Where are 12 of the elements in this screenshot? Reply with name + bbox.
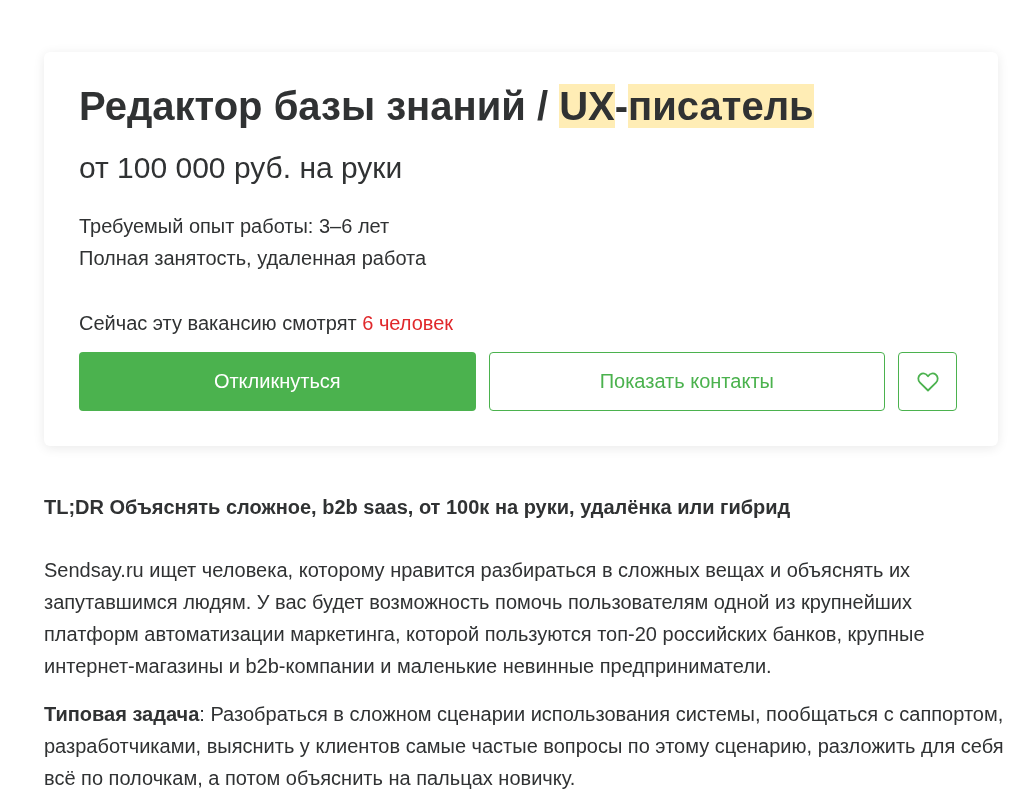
show-contacts-button[interactable]: Показать контакты <box>488 352 886 411</box>
heart-icon <box>916 371 939 392</box>
vacancy-title: Редактор базы знаний / UX-писатель <box>79 83 815 129</box>
detail-text: Полная занятость, удаленная работа <box>79 246 428 271</box>
summary-text: TL;DR Объяснять сложное, b2b saas, от 100к на руки, удалёнка или гибрид <box>44 495 792 520</box>
viewers-text: Сейчас эту вакансию смотрят 6 человек <box>79 311 455 336</box>
detail-text: Требуемый опыт работы: 3–6 лет <box>79 214 391 239</box>
respond-button[interactable]: Откликнуться <box>79 352 476 411</box>
description-paragraph: Типовая задача: Разобраться в сложном сценарии использования системы, пообщаться с саппортом, разработчиками, выяснить у клиентов самые частые вопросы по этому сценарию, разложить для себя всё по полочкам, а потом объяснить на пальцах новичку. <box>44 702 1005 791</box>
favorite-button[interactable] <box>898 352 957 411</box>
description-paragraph: Sendsay.ru ищет человека, которому нравится разбираться в сложных вещах и объяснять их запутавшимся людям. У вас будет возможность помочь пользователям одной из крупнейших платформ автоматизации маркетинга, которой пользуются топ-20 российских банков, крупные интернет-магазины и b2b-компании и маленькие невинные предприниматели. <box>44 558 926 679</box>
salary-text: от 100 000 руб. на руки <box>79 150 404 186</box>
